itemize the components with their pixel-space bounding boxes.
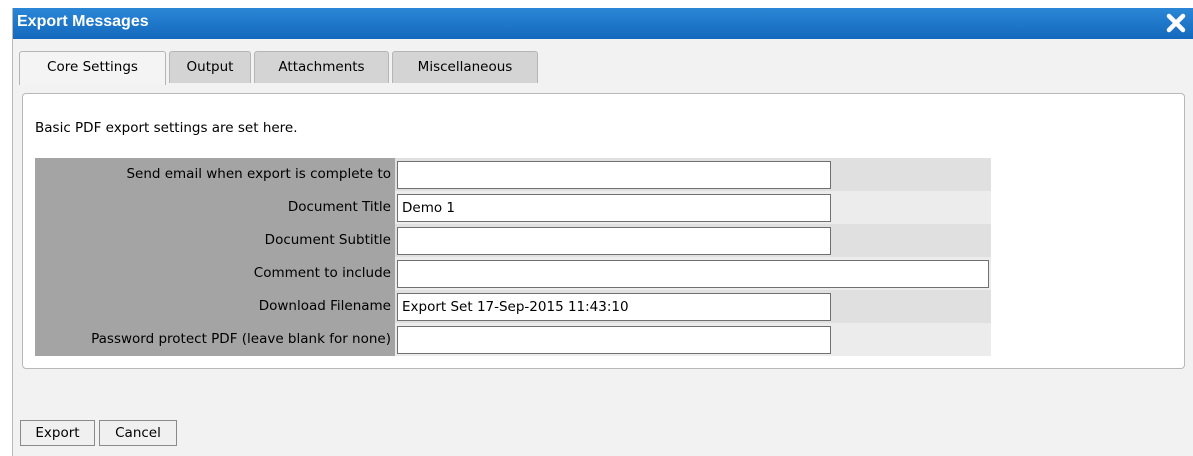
download-filename-field[interactable] bbox=[397, 293, 831, 321]
panel-intro-text: Basic PDF export settings are set here. bbox=[35, 120, 298, 136]
document-title-label: Document Title bbox=[35, 191, 395, 224]
cancel-button[interactable]: Cancel bbox=[99, 420, 177, 446]
export-messages-dialog: Export Messages Core Settings Output Att… bbox=[12, 8, 1193, 456]
tab-attachments[interactable]: Attachments bbox=[254, 51, 389, 83]
download-filename-label: Download Filename bbox=[35, 290, 395, 323]
field-row-document-subtitle: Document Subtitle bbox=[35, 224, 991, 257]
email-label: Send email when export is complete to bbox=[35, 158, 395, 191]
tab-label: Output bbox=[186, 59, 234, 75]
comment-field[interactable] bbox=[397, 260, 989, 288]
email-field[interactable] bbox=[397, 161, 831, 189]
tab-label: Attachments bbox=[278, 59, 365, 75]
dialog-titlebar: Export Messages bbox=[13, 8, 1193, 39]
password-field[interactable] bbox=[397, 326, 831, 354]
field-row-download-filename: Download Filename bbox=[35, 290, 991, 323]
tab-core-settings[interactable]: Core Settings bbox=[19, 51, 166, 85]
tab-output[interactable]: Output bbox=[169, 51, 251, 83]
comment-label: Comment to include bbox=[35, 257, 395, 290]
tab-miscellaneous[interactable]: Miscellaneous bbox=[392, 51, 538, 83]
field-row-email: Send email when export is complete to bbox=[35, 158, 991, 191]
document-title-field[interactable] bbox=[397, 194, 831, 222]
field-row-comment: Comment to include bbox=[35, 257, 991, 290]
field-row-password: Password protect PDF (leave blank for no… bbox=[35, 323, 991, 356]
close-icon[interactable] bbox=[1164, 11, 1188, 35]
tab-label: Miscellaneous bbox=[417, 59, 513, 75]
core-settings-panel: Basic PDF export settings are set here. … bbox=[22, 93, 1185, 369]
export-button[interactable]: Export bbox=[20, 420, 95, 446]
document-subtitle-field[interactable] bbox=[397, 227, 831, 255]
document-subtitle-label: Document Subtitle bbox=[35, 224, 395, 257]
tab-label: Core Settings bbox=[47, 59, 138, 75]
password-label: Password protect PDF (leave blank for no… bbox=[35, 323, 395, 356]
field-row-document-title: Document Title bbox=[35, 191, 991, 224]
dialog-title: Export Messages bbox=[17, 13, 149, 30]
